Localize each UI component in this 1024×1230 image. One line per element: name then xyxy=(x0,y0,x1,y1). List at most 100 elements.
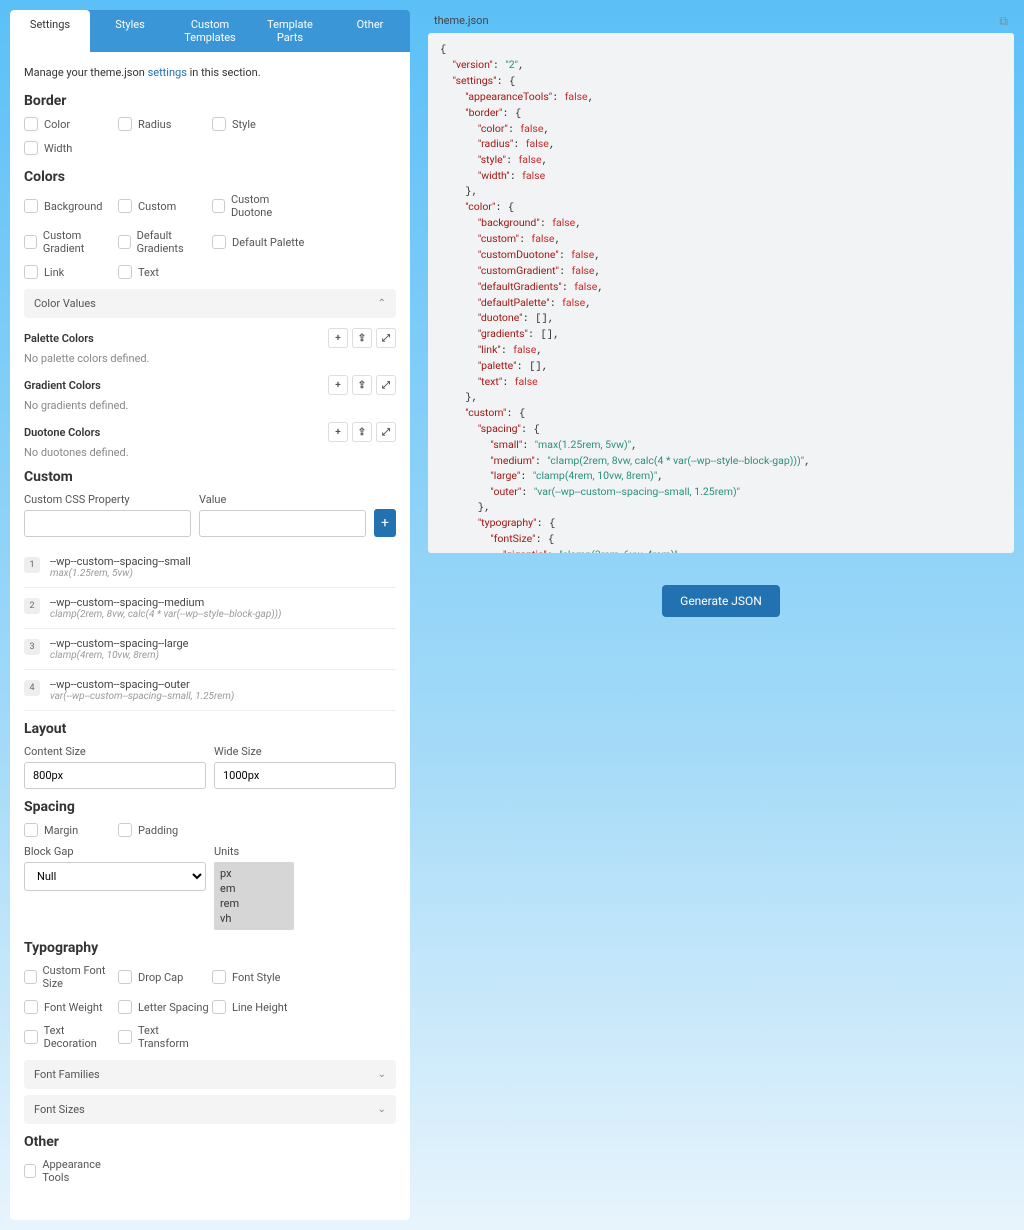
font-families-accordion[interactable]: Font Families⌄ xyxy=(24,1060,396,1089)
typo-letter-spacing[interactable]: Letter Spacing xyxy=(118,1000,212,1014)
checkbox[interactable] xyxy=(212,970,226,984)
checkbox[interactable] xyxy=(118,1000,132,1014)
other-appearance-tools[interactable]: Appearance Tools xyxy=(24,1158,118,1184)
typo-drop-cap[interactable]: Drop Cap xyxy=(118,964,212,990)
tab-custom-templates[interactable]: Custom Templates xyxy=(170,10,250,52)
checkbox[interactable] xyxy=(118,823,132,837)
json-filename: theme.json xyxy=(434,14,489,29)
intro-text: Manage your theme.json settings in this … xyxy=(24,66,396,79)
unit-option[interactable]: rem xyxy=(220,896,288,911)
json-column: theme.json ⧉ { "version": "2", "settings"… xyxy=(428,10,1014,1220)
value-label: Value xyxy=(199,493,366,506)
colors-default-gradients[interactable]: Default Gradients xyxy=(118,229,212,255)
spacing-padding[interactable]: Padding xyxy=(118,823,212,837)
border-style[interactable]: Style xyxy=(212,117,306,131)
checkbox[interactable] xyxy=(118,265,132,279)
spacing-margin[interactable]: Margin xyxy=(24,823,118,837)
tab-template-parts[interactable]: Template Parts xyxy=(250,10,330,52)
checkbox[interactable] xyxy=(24,970,37,984)
colors-custom[interactable]: Custom xyxy=(118,193,212,219)
checkbox[interactable] xyxy=(118,970,132,984)
add-palette-button[interactable]: + xyxy=(328,328,348,348)
layout-heading: Layout xyxy=(24,721,396,737)
border-radius[interactable]: Radius xyxy=(118,117,212,131)
colors-default-palette[interactable]: Default Palette xyxy=(212,229,306,255)
checkbox[interactable] xyxy=(212,117,226,131)
upload-gradient-button[interactable]: ⇪ xyxy=(352,375,372,395)
unit-option[interactable]: em xyxy=(220,881,288,896)
typo-font-style[interactable]: Font Style xyxy=(212,964,306,990)
checkbox[interactable] xyxy=(24,117,38,131)
checkbox[interactable] xyxy=(212,1000,226,1014)
colors-link[interactable]: Link xyxy=(24,265,118,279)
settings-column: Settings Styles Custom Templates Templat… xyxy=(10,10,410,1220)
colors-background[interactable]: Background xyxy=(24,193,118,219)
add-custom-button[interactable]: + xyxy=(374,509,396,537)
block-gap-select[interactable]: Null xyxy=(24,862,206,891)
chevron-down-icon: ⌄ xyxy=(378,1104,386,1115)
expand-duotone-button[interactable]: ⤢ xyxy=(376,422,396,442)
checkbox[interactable] xyxy=(24,1030,38,1044)
checkbox[interactable] xyxy=(24,1000,38,1014)
colors-custom-duotone[interactable]: Custom Duotone xyxy=(212,193,306,219)
checkbox[interactable] xyxy=(118,117,132,131)
upload-palette-button[interactable]: ⇪ xyxy=(352,328,372,348)
duotone-colors-heading: Duotone Colors xyxy=(24,426,100,439)
typo-line-height[interactable]: Line Height xyxy=(212,1000,306,1014)
css-name: --wp--custom--spacing--outer xyxy=(50,678,396,691)
checkbox[interactable] xyxy=(24,235,37,249)
json-preview: { "version": "2", "settings": { "appeara… xyxy=(428,33,1014,553)
border-heading: Border xyxy=(24,93,396,109)
checkbox[interactable] xyxy=(118,199,132,213)
tab-settings[interactable]: Settings xyxy=(10,10,90,52)
checkbox[interactable] xyxy=(212,199,225,213)
add-duotone-button[interactable]: + xyxy=(328,422,348,442)
tab-styles[interactable]: Styles xyxy=(90,10,170,52)
typo-custom-font-size[interactable]: Custom Font Size xyxy=(24,964,118,990)
expand-palette-button[interactable]: ⤢ xyxy=(376,328,396,348)
checkbox[interactable] xyxy=(24,265,38,279)
checkbox[interactable] xyxy=(24,141,38,155)
other-heading: Other xyxy=(24,1134,396,1150)
css-property-input[interactable] xyxy=(24,510,191,537)
css-name: --wp--custom--spacing--medium xyxy=(50,596,396,609)
settings-link[interactable]: settings xyxy=(148,66,187,79)
add-gradient-button[interactable]: + xyxy=(328,375,348,395)
row-badge: 2 xyxy=(24,598,40,614)
generate-json-button[interactable]: Generate JSON xyxy=(662,585,780,617)
checkbox[interactable] xyxy=(118,1030,132,1044)
typo-text-decoration[interactable]: Text Decoration xyxy=(24,1024,118,1050)
content-size-label: Content Size xyxy=(24,745,206,758)
tab-other[interactable]: Other xyxy=(330,10,410,52)
color-values-accordion[interactable]: Color Values⌃ xyxy=(24,289,396,318)
checkbox[interactable] xyxy=(24,1164,36,1178)
wide-size-input[interactable] xyxy=(214,762,396,789)
wide-size-label: Wide Size xyxy=(214,745,396,758)
unit-option[interactable]: vh xyxy=(220,911,288,926)
checkbox[interactable] xyxy=(24,823,38,837)
typo-font-weight[interactable]: Font Weight xyxy=(24,1000,118,1014)
css-property-label: Custom CSS Property xyxy=(24,493,191,506)
units-list[interactable]: pxemremvh xyxy=(214,862,294,930)
border-width[interactable]: Width xyxy=(24,141,118,155)
row-badge: 4 xyxy=(24,680,40,696)
css-value: max(1.25rem, 5vw) xyxy=(50,568,396,579)
custom-css-row: 3--wp--custom--spacing--largeclamp(4rem,… xyxy=(24,629,396,670)
upload-duotone-button[interactable]: ⇪ xyxy=(352,422,372,442)
content-size-input[interactable] xyxy=(24,762,206,789)
palette-colors-heading: Palette Colors xyxy=(24,332,94,345)
checkbox[interactable] xyxy=(212,235,226,249)
border-color[interactable]: Color xyxy=(24,117,118,131)
expand-gradient-button[interactable]: ⤢ xyxy=(376,375,396,395)
colors-custom-gradient[interactable]: Custom Gradient xyxy=(24,229,118,255)
custom-css-row: 2--wp--custom--spacing--mediumclamp(2rem… xyxy=(24,588,396,629)
typo-text-transform[interactable]: Text Transform xyxy=(118,1024,212,1050)
font-sizes-accordion[interactable]: Font Sizes⌄ xyxy=(24,1095,396,1124)
unit-option[interactable]: px xyxy=(220,866,288,881)
checkbox[interactable] xyxy=(118,235,131,249)
copy-icon[interactable]: ⧉ xyxy=(999,14,1008,29)
checkbox[interactable] xyxy=(24,199,38,213)
value-input[interactable] xyxy=(199,510,366,537)
colors-text[interactable]: Text xyxy=(118,265,212,279)
chevron-down-icon: ⌄ xyxy=(378,1069,386,1080)
